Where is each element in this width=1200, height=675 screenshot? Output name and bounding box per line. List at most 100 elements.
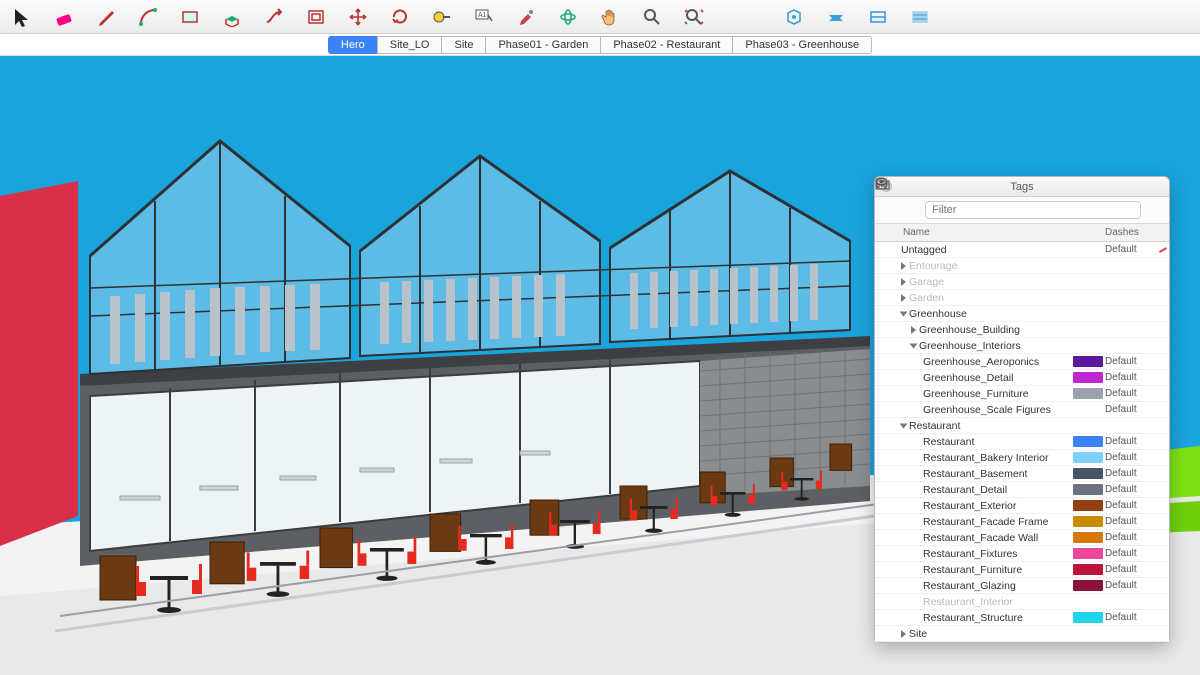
tape-icon[interactable] [430,5,454,29]
tag-row[interactable]: Restaurant_Bakery Interior Default [875,450,1169,466]
tag-row[interactable]: Greenhouse_Detail Default [875,370,1169,386]
tag-row[interactable]: Entourage [875,258,1169,274]
tags-panel[interactable]: Tags Name Dashes Unta [874,176,1170,643]
tag-name[interactable]: Garden [897,292,1071,304]
color-swatch[interactable] [1073,516,1103,527]
tag-name[interactable]: Restaurant_Furniture [897,564,1071,576]
tag-name[interactable]: Greenhouse_Detail [897,372,1071,384]
dashes-value[interactable]: Default [1105,548,1159,559]
followme-icon[interactable] [262,5,286,29]
tag-row[interactable]: Garage [875,274,1169,290]
color-swatch[interactable] [1073,484,1103,495]
color-swatch[interactable] [1073,548,1103,559]
color-swatch[interactable] [1073,580,1103,591]
tag-name[interactable]: Restaurant [897,420,1071,432]
dashes-value[interactable]: Default [1105,484,1159,495]
tag-row[interactable]: Restaurant_Exterior Default [875,498,1169,514]
dashes-value[interactable]: Default [1105,516,1159,527]
tag-name[interactable]: Greenhouse_Aeroponics [897,356,1071,368]
dashes-value[interactable]: Default [1105,356,1159,367]
edit-icon[interactable] [1159,247,1167,253]
tag-name[interactable]: Greenhouse_Furniture [897,388,1071,400]
color-swatch[interactable] [1073,436,1103,447]
zoom-extents-icon[interactable] [682,5,706,29]
color-swatch[interactable] [1073,564,1103,575]
tag-row[interactable]: Greenhouse_Furniture Default [875,386,1169,402]
tag-name[interactable]: Restaurant_Basement [897,468,1071,480]
tag-name[interactable]: Restaurant_Exterior [897,500,1071,512]
add-folder-icon[interactable] [903,202,919,218]
scene-tab-site-lo[interactable]: Site_LO [377,36,443,54]
tag-name[interactable]: Restaurant_Structure [897,612,1071,624]
dashes-value[interactable]: Default [1105,452,1159,463]
add-tag-icon[interactable] [881,202,897,218]
tag-row[interactable]: Restaurant_Facade Frame Default [875,514,1169,530]
tag-row[interactable]: Restaurant_Facade WallDefault [875,530,1169,546]
color-swatch[interactable] [1073,500,1103,511]
dashes-value[interactable]: Default [1105,244,1159,255]
tag-row[interactable]: Restaurant_BasementDefault [875,466,1169,482]
dashes-value[interactable]: Default [1105,388,1159,399]
tag-row[interactable]: Restaurant_Structure Default [875,610,1169,626]
tag-row[interactable]: Restaurant Default [875,434,1169,450]
3d-viewport[interactable]: Tags Name Dashes Unta [0,56,1200,675]
tag-row[interactable]: Greenhouse_Interiors [875,338,1169,354]
tag-name[interactable]: Entourage [897,260,1071,272]
tag-row[interactable]: UntaggedDefault [875,242,1169,258]
tags-search[interactable] [925,201,1141,219]
tag-name[interactable]: Greenhouse_Building [897,324,1071,336]
color-swatch[interactable] [1073,452,1103,463]
tag-name[interactable]: Restaurant_Fixtures [897,548,1071,560]
paint-icon[interactable] [514,5,538,29]
offset-icon[interactable] [304,5,328,29]
tag-row[interactable]: Restaurant [875,418,1169,434]
tag-name[interactable]: Greenhouse [897,308,1071,320]
pencil-icon[interactable] [94,5,118,29]
dashes-value[interactable]: Default [1105,500,1159,511]
tag-row[interactable]: Greenhouse_Building [875,322,1169,338]
orbit-icon[interactable] [556,5,580,29]
zoom-icon[interactable] [640,5,664,29]
dashes-value[interactable]: Default [1105,580,1159,591]
tag-name[interactable]: Site [897,628,1071,640]
color-swatch[interactable] [1073,468,1103,479]
color-swatch[interactable] [1073,356,1103,367]
tag-row[interactable]: Site [875,626,1169,642]
tag-name[interactable]: Restaurant_Interior [897,596,1071,608]
live-component-icon[interactable] [782,5,806,29]
tag-row[interactable]: Greenhouse_Aeroponics Default [875,354,1169,370]
tag-name[interactable]: Restaurant_Glazing [897,580,1071,592]
dashes-value[interactable]: Default [1105,404,1159,415]
tags-menu-icon[interactable] [1147,202,1163,218]
tag-row[interactable]: Greenhouse_Scale FiguresDefault [875,402,1169,418]
tag-name[interactable]: Restaurant [897,436,1071,448]
tags-filter-input[interactable] [932,204,1134,216]
color-swatch[interactable] [1073,612,1103,623]
pushpull-icon[interactable] [220,5,244,29]
tag-name[interactable]: Restaurant_Detail [897,484,1071,496]
pan-icon[interactable] [598,5,622,29]
scene-tab-phase03-greenhouse[interactable]: Phase03 - Greenhouse [732,36,872,54]
color-swatch[interactable] [1073,532,1103,543]
section-display-icon[interactable] [866,5,890,29]
col-dashes-label[interactable]: Dashes [1105,227,1159,238]
dashes-value[interactable]: Default [1105,372,1159,383]
tag-row[interactable]: Restaurant_Detail Default [875,482,1169,498]
color-swatch[interactable] [1073,372,1103,383]
move-icon[interactable] [346,5,370,29]
tag-row[interactable]: Greenhouse [875,306,1169,322]
tag-name[interactable]: Restaurant_Facade Wall [897,532,1071,544]
color-swatch[interactable] [1073,388,1103,399]
tags-titlebar[interactable]: Tags [875,177,1169,197]
scene-tab-site[interactable]: Site [441,36,486,54]
section-fill-icon[interactable] [908,5,932,29]
scene-tab-hero[interactable]: Hero [328,36,378,54]
tag-name[interactable]: Garage [897,276,1071,288]
dashes-value[interactable]: Default [1105,436,1159,447]
select-arrow-icon[interactable] [10,5,34,29]
tag-name[interactable]: Restaurant_Facade Frame [897,516,1071,528]
rectangle-icon[interactable] [178,5,202,29]
dashes-value[interactable]: Default [1105,564,1159,575]
dashes-value[interactable]: Default [1105,612,1159,623]
tag-name[interactable]: Restaurant_Bakery Interior [897,452,1071,464]
